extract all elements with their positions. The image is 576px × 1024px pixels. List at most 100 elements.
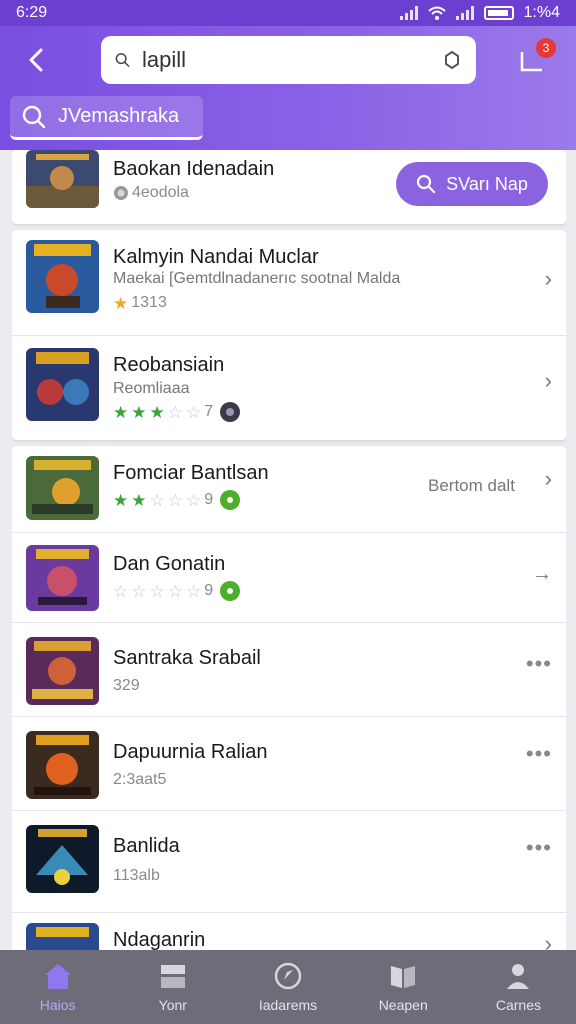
cart-badge: 3	[536, 38, 556, 58]
list-item[interactable]: Dan Gonatin ☆ ☆ ☆ ☆ ☆ 9 →	[12, 532, 566, 622]
star-icon: ★	[113, 490, 129, 510]
signal-icon-2	[455, 6, 474, 20]
item-title: Ndaganrin	[113, 929, 206, 950]
item-subtitle: Reomliaaa	[113, 380, 190, 397]
filter-chip[interactable]: JVemashraka	[10, 96, 203, 140]
featured-card[interactable]: Baokan Idenadain 4eodola SVarı Nap	[12, 150, 566, 224]
star-icon: ☆	[186, 490, 202, 510]
game-thumbnail	[26, 545, 99, 611]
star-icon: ★	[131, 402, 147, 422]
game-thumbnail	[26, 456, 99, 520]
search-icon	[22, 105, 46, 128]
item-meta: 113alb	[113, 867, 160, 884]
view-nap-button[interactable]: SVarı Nap	[396, 162, 548, 206]
status-bar: 6:29 1:%4	[0, 0, 576, 26]
status-time: 6:29	[16, 4, 48, 21]
star-icon: ★	[113, 293, 129, 313]
back-button[interactable]	[20, 44, 52, 76]
chevron-right-icon[interactable]: ›	[545, 368, 552, 394]
book-icon	[391, 966, 416, 988]
item-title: Kalmyin Nandai Muclar	[113, 246, 319, 268]
signal-icon	[399, 6, 418, 20]
refresh-icon	[445, 50, 459, 70]
item-meta: 2:3aat5	[113, 771, 167, 788]
item-title: Santraka Srabail	[113, 647, 261, 669]
star-icon: ★	[149, 402, 165, 422]
filter-chip-label: JVemashraka	[58, 105, 180, 127]
wifi-icon	[427, 6, 446, 20]
item-rating: ☆ ☆ ☆ ☆ ☆ 9	[113, 581, 241, 601]
nav-home[interactable]: Haios	[0, 950, 115, 1024]
results-list: Baokan Idenadain 4eodola SVarı Nap Kalmy…	[12, 150, 566, 950]
more-options-icon[interactable]: •••	[526, 741, 552, 767]
list-item[interactable]: Santraka Srabail 329 •••	[12, 622, 566, 716]
item-title: Fomciar Bantlsan	[113, 462, 269, 484]
item-title: Banlida	[113, 835, 180, 857]
nav-neapen[interactable]: Neapen	[346, 950, 461, 1024]
verified-icon	[220, 581, 241, 601]
list-item[interactable]: Kalmyin Nandai Muclar Maekai [Gemtdlnada…	[12, 230, 566, 335]
bottom-navigation: Haios Yonr Iadarems Neapen Carnes	[0, 950, 576, 1024]
search-icon	[115, 53, 130, 67]
star-icon: ☆	[149, 581, 165, 601]
status-right-text: 1:%4	[523, 4, 560, 21]
nav-carnes[interactable]: Carnes	[461, 950, 576, 1024]
item-meta: 329	[113, 677, 140, 694]
item-title: Reobansiain	[113, 354, 225, 376]
more-options-icon[interactable]: •••	[526, 651, 552, 677]
status-icons: 1:%4	[399, 4, 560, 22]
search-header: 3 JVemashraka	[0, 26, 576, 150]
star-icon: ☆	[167, 490, 183, 510]
star-icon: ☆	[186, 581, 202, 601]
star-icon: ☆	[186, 402, 202, 422]
star-icon: ☆	[113, 581, 129, 601]
item-subtitle: Maekai [Gemtdlnadanerıc sootnal Malda	[113, 270, 401, 287]
star-icon: ★	[113, 402, 129, 422]
item-meta: 4eodola	[113, 184, 189, 202]
star-icon: ☆	[131, 581, 147, 601]
game-thumbnail	[26, 348, 99, 421]
game-thumbnail	[26, 637, 99, 705]
item-rating: ★ ★ ☆ ☆ ☆ 9	[113, 490, 241, 510]
chevron-right-icon[interactable]: ›	[545, 466, 552, 492]
item-meta: ★ 1313	[113, 293, 167, 313]
avatar-icon	[220, 402, 241, 422]
more-options-icon[interactable]: •••	[526, 835, 552, 861]
item-title: Baokan Idenadain	[113, 158, 275, 180]
item-title: Dan Gonatin	[113, 553, 226, 575]
chevron-right-icon[interactable]: ›	[545, 266, 552, 292]
game-thumbnail	[26, 150, 99, 208]
star-icon: ★	[131, 490, 147, 510]
chevron-right-icon[interactable]: ›	[545, 931, 552, 950]
game-thumbnail	[26, 825, 99, 893]
nav-yonr[interactable]: Yonr	[115, 950, 230, 1024]
list-item[interactable]: Dapuurnia Ralian 2:3aat5 •••	[12, 716, 566, 810]
verified-icon	[220, 490, 241, 510]
clear-search-button[interactable]	[442, 49, 462, 71]
star-icon: ☆	[149, 490, 165, 510]
list-item[interactable]: Ndaganrin ›	[12, 912, 566, 950]
home-icon	[44, 964, 71, 989]
search-box[interactable]	[101, 36, 476, 84]
arrow-right-icon[interactable]: →	[532, 563, 552, 586]
item-title: Dapuurnia Ralian	[113, 741, 268, 763]
item-rating: ★ ★ ★ ☆ ☆ 7	[113, 402, 241, 422]
star-icon: ☆	[167, 581, 183, 601]
item-action-text[interactable]: Bertom dalt	[428, 476, 515, 496]
gray-dot-icon	[114, 186, 128, 200]
list-item[interactable]: Banlida 113alb •••	[12, 810, 566, 906]
box-icon	[160, 965, 185, 988]
star-icon: ☆	[167, 402, 183, 422]
nav-iadarems[interactable]: Iadarems	[230, 950, 345, 1024]
compass-icon	[274, 962, 302, 990]
person-icon	[507, 964, 530, 989]
chevron-left-icon	[29, 48, 43, 72]
results-group-2: Fomciar Bantlsan ★ ★ ☆ ☆ ☆ 9 Bertom dalt › D…	[12, 446, 566, 950]
list-item[interactable]: Reobansiain Reomliaaa ★ ★ ★ ☆ ☆ 7 ›	[12, 335, 566, 440]
results-group-1: Kalmyin Nandai Muclar Maekai [Gemtdlnada…	[12, 230, 566, 440]
game-thumbnail	[26, 240, 99, 313]
list-item[interactable]: Fomciar Bantlsan ★ ★ ☆ ☆ ☆ 9 Bertom dalt ›	[12, 446, 566, 532]
game-thumbnail	[26, 923, 99, 950]
search-icon	[417, 174, 436, 194]
search-input[interactable]	[142, 47, 430, 73]
